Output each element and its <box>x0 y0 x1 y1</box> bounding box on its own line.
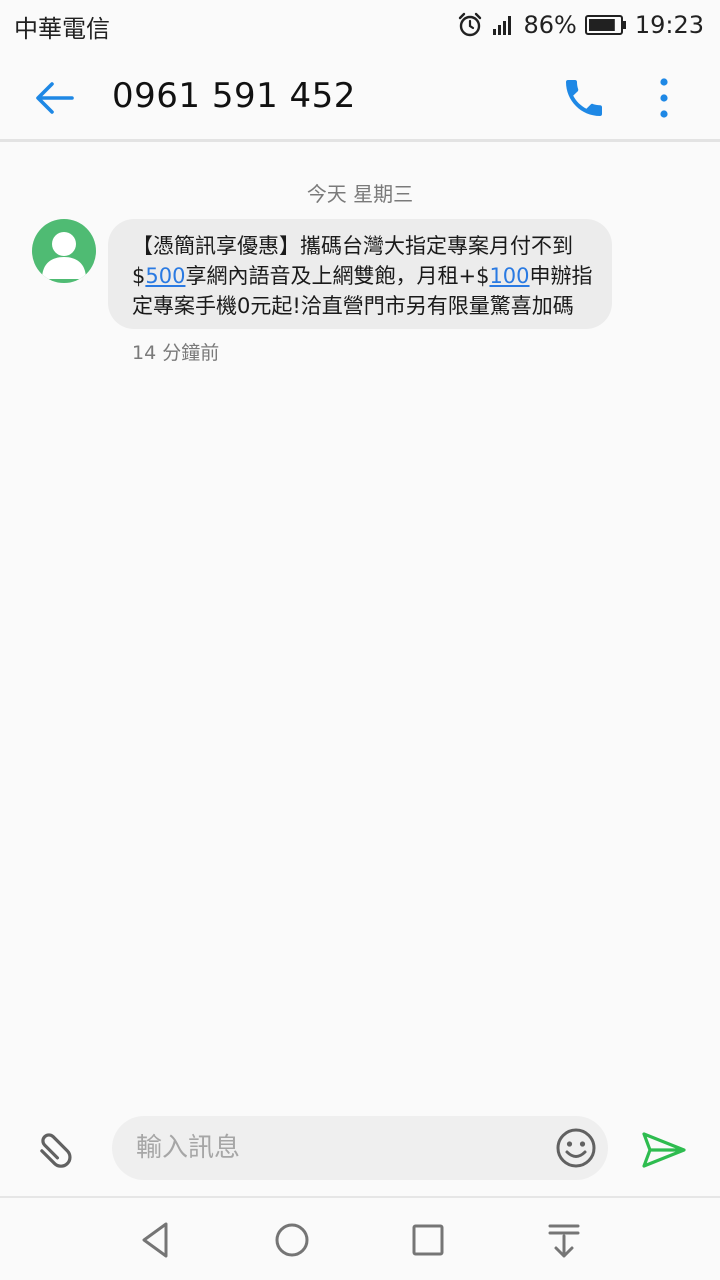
emoji-button[interactable] <box>554 1126 598 1170</box>
message-bubble[interactable]: 【憑簡訊享優惠】攜碼台灣大指定專案月付不到 $500享網內語音及上網雙飽，月租+… <box>108 219 612 329</box>
home-circle-icon <box>275 1223 309 1257</box>
message-input-container <box>112 1116 608 1180</box>
send-button[interactable] <box>640 1126 688 1174</box>
alarm-icon <box>457 12 483 38</box>
message-line-1: 【憑簡訊享優惠】攜碼台灣大指定專案月付不到 <box>132 234 573 258</box>
battery-percent: 86% <box>523 11 577 39</box>
back-button[interactable] <box>30 74 78 122</box>
message-text: 享網內語音及上網雙飽，月租+$ <box>185 264 490 288</box>
message-text: $ <box>132 264 146 288</box>
message-text: 申辦指 <box>529 264 593 288</box>
notification-pull-icon <box>548 1224 580 1258</box>
clock-time: 19:23 <box>634 11 704 39</box>
message-line-2: $500享網內語音及上網雙飽，月租+$100申辦指 <box>132 261 593 291</box>
nav-home-button[interactable] <box>270 1218 314 1262</box>
nav-recents-button[interactable] <box>406 1218 450 1262</box>
status-bar: 中華電信 86% 19:23 <box>0 0 720 50</box>
system-nav-bar <box>0 1196 720 1280</box>
nav-notification-button[interactable] <box>542 1218 586 1262</box>
more-options-button[interactable] <box>648 74 680 122</box>
battery-icon <box>584 14 627 36</box>
message-timestamp: 14 分鐘前 <box>132 342 220 364</box>
message-line-3: 定專案手機0元起!洽直營門市另有限量驚喜加碼 <box>132 294 574 318</box>
send-icon <box>642 1132 686 1168</box>
emoji-icon <box>556 1128 596 1168</box>
date-separator: 今天 星期三 <box>306 182 414 206</box>
status-icons: 86% 19:23 <box>457 9 704 41</box>
carrier-name: 中華電信 <box>14 15 110 43</box>
phone-icon <box>566 80 602 116</box>
contact-avatar[interactable] <box>32 219 96 283</box>
contact-number-title: 0961 591 452 <box>112 76 356 116</box>
signal-icon <box>491 13 515 37</box>
app-bar: 0961 591 452 <box>0 50 720 142</box>
recents-square-icon <box>412 1224 444 1256</box>
attach-button[interactable] <box>34 1126 78 1170</box>
back-triangle-icon <box>142 1222 168 1258</box>
call-button[interactable] <box>560 74 608 122</box>
message-input[interactable] <box>136 1116 536 1180</box>
number-link-500[interactable]: 500 <box>145 264 185 288</box>
back-arrow-icon <box>36 82 74 114</box>
person-icon <box>42 232 86 279</box>
more-vert-icon <box>660 78 668 118</box>
paperclip-icon <box>40 1133 72 1168</box>
nav-back-button[interactable] <box>134 1218 178 1262</box>
number-link-100[interactable]: 100 <box>489 264 529 288</box>
